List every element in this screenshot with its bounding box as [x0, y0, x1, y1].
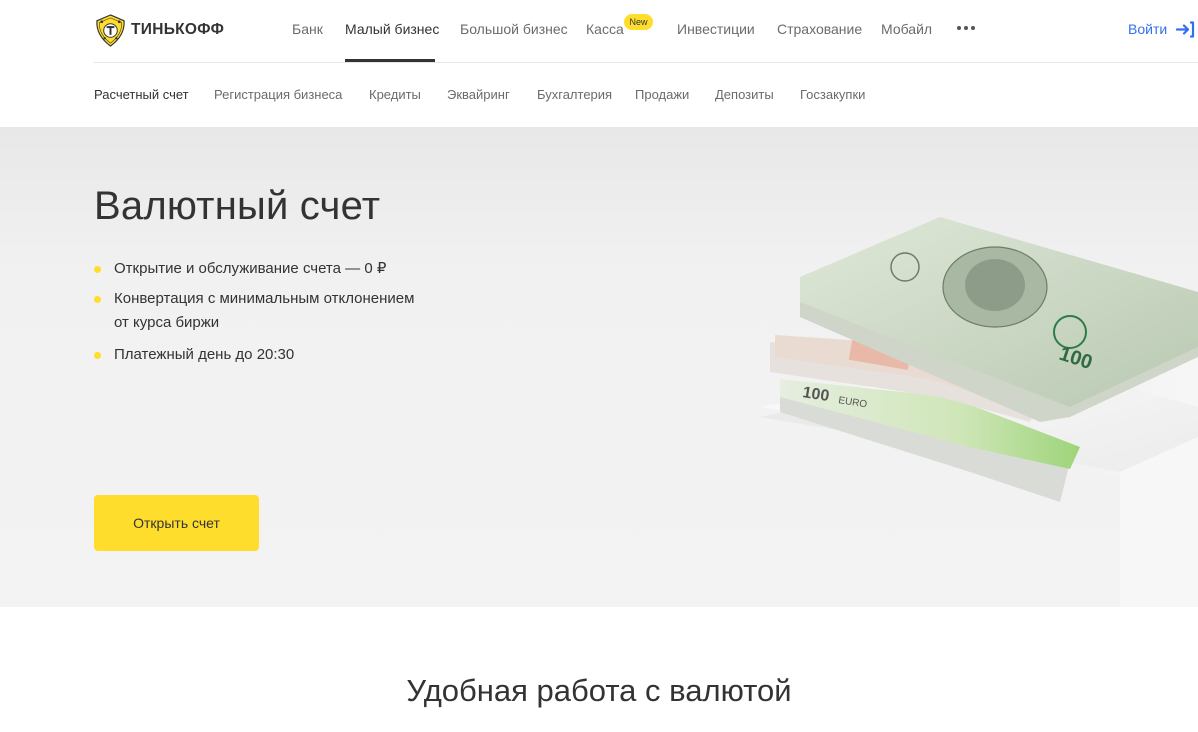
feature-text: Открытие и обслуживание счета — 0 ₽ [114, 260, 387, 277]
login-link[interactable]: Войти [1128, 21, 1167, 37]
more-dots-icon[interactable] [957, 18, 975, 38]
subnav-item-procurement[interactable]: Госзакупки [800, 87, 865, 102]
nav-divider [94, 62, 1198, 63]
currency-banknotes-image: 100 EURO 100 [760, 217, 1198, 607]
nav-item-mobile[interactable]: Мобайл [881, 21, 932, 37]
hero-section: Валютный счет Открытие и обслуживание сч… [0, 127, 1198, 607]
nav-item-big-business[interactable]: Большой бизнес [460, 21, 568, 37]
hero-title: Валютный счет [94, 184, 381, 228]
subnav-item-acquiring[interactable]: Эквайринг [447, 87, 510, 102]
new-badge: New [624, 14, 653, 30]
subnav-item-accounting[interactable]: Бухгалтерия [537, 87, 612, 102]
nav-item-kassa[interactable]: Касса [586, 21, 624, 37]
subnav-item-sales[interactable]: Продажи [635, 87, 689, 102]
brand-name: ТИНЬКОФФ [131, 21, 225, 38]
subnav-item-credits[interactable]: Кредиты [369, 87, 421, 102]
bullet-dot-icon [94, 266, 101, 273]
bullet-dot-icon [94, 352, 101, 359]
feature-text: Конвертация с минимальным отклонением от… [114, 290, 415, 331]
subnav-item-settlement-account[interactable]: Расчетный счет [94, 87, 189, 102]
subnav-item-business-registration[interactable]: Регистрация бизнеса [214, 87, 342, 102]
nav-item-investments[interactable]: Инвестиции [677, 21, 755, 37]
nav-item-small-business[interactable]: Малый бизнес [345, 21, 439, 37]
login-arrow-icon[interactable] [1176, 21, 1195, 38]
nav-item-bank[interactable]: Банк [292, 21, 323, 37]
brand-logo[interactable]: ТИНЬКОФФ [94, 12, 224, 48]
subnav-item-deposits[interactable]: Депозиты [715, 87, 774, 102]
open-account-button[interactable]: Открыть счет [94, 495, 259, 551]
bullet-dot-icon [94, 296, 101, 303]
feature-item: Конвертация с минимальным отклонением от… [94, 287, 424, 335]
section-title: Удобная работа с валютой [406, 673, 792, 708]
feature-item: Платежный день до 20:30 [94, 343, 454, 367]
feature-text: Платежный день до 20:30 [114, 346, 295, 363]
tinkoff-emblem-icon [96, 13, 125, 47]
top-navigation: ТИНЬКОФФ Банк Малый бизнес Большой бизне… [0, 0, 1198, 63]
feature-item: Открытие и обслуживание счета — 0 ₽ [94, 257, 454, 281]
nav-item-insurance[interactable]: Страхование [777, 21, 862, 37]
